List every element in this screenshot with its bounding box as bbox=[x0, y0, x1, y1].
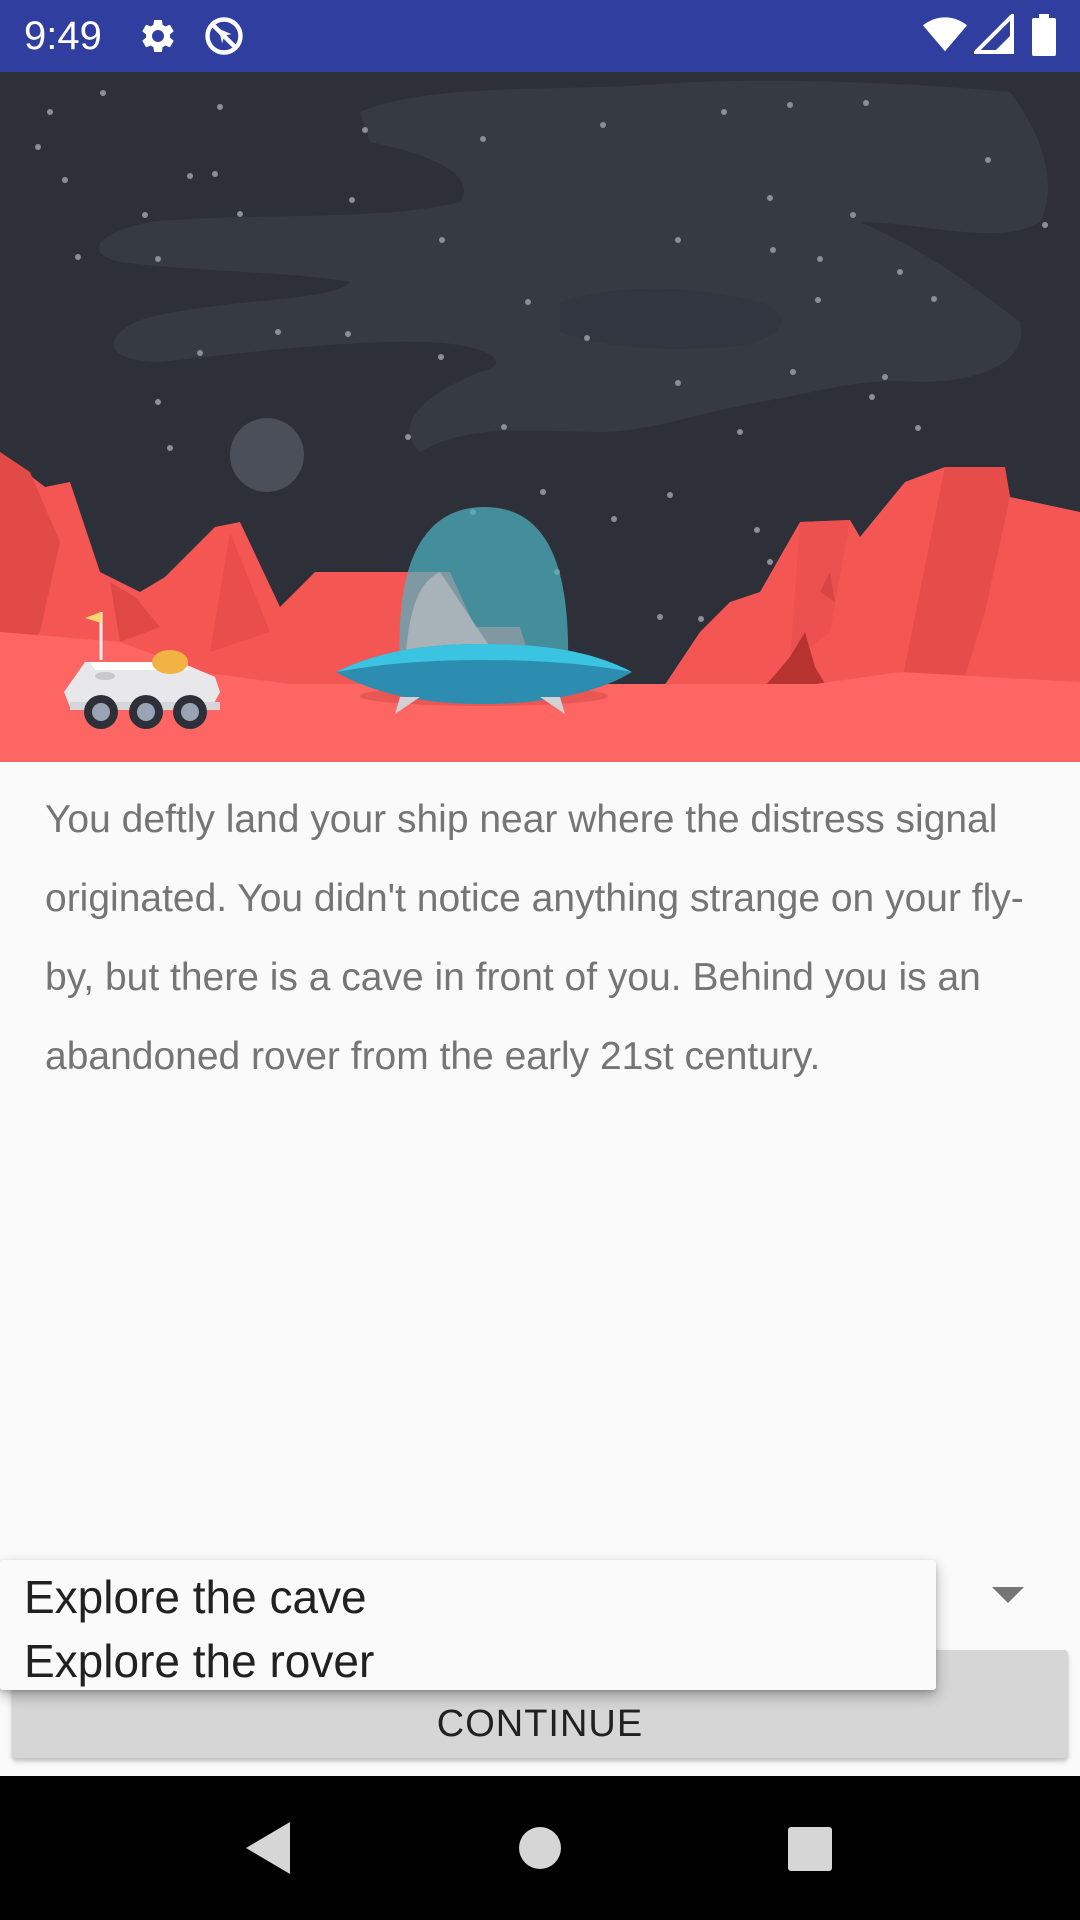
cellular-signal-icon bbox=[971, 11, 1014, 59]
continue-button-label: CONTINUE bbox=[436, 1702, 644, 1745]
wifi-icon bbox=[922, 14, 968, 59]
back-icon[interactable] bbox=[246, 1822, 290, 1879]
dropdown-option-explore-cave[interactable]: Explore the cave bbox=[24, 1570, 367, 1624]
story-text: You deftly land your ship near where the… bbox=[45, 798, 1024, 1078]
status-time: 9:49 bbox=[24, 14, 102, 58]
screen: 9:49 You deftly land your ship near wher… bbox=[0, 0, 1080, 1920]
battery-icon bbox=[1032, 14, 1056, 61]
recents-icon[interactable] bbox=[788, 1827, 832, 1876]
dropdown-option-explore-rover[interactable]: Explore the rover bbox=[24, 1634, 374, 1688]
home-icon[interactable] bbox=[518, 1826, 562, 1875]
navigation-bar bbox=[0, 1776, 1080, 1920]
chevron-down-icon[interactable] bbox=[992, 1587, 1024, 1603]
gear-icon bbox=[138, 16, 178, 61]
choice-dropdown-list: Explore the cave Explore the rover bbox=[0, 1560, 936, 1690]
no-location-icon bbox=[202, 14, 246, 63]
status-bar: 9:49 bbox=[0, 0, 1080, 72]
hero-illustration bbox=[0, 72, 1080, 762]
